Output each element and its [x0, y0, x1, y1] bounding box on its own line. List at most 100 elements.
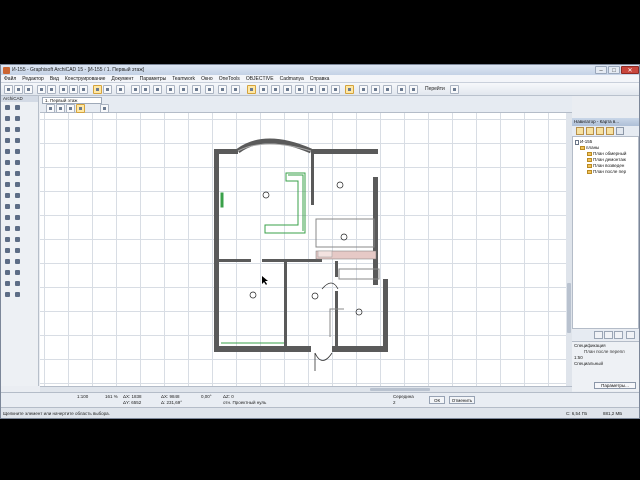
publish-icon[interactable]	[383, 85, 392, 94]
menu-view[interactable]: Вид	[47, 76, 62, 82]
minimize-button[interactable]: –	[595, 66, 607, 74]
undo-icon[interactable]	[37, 85, 46, 94]
delete-icon[interactable]	[614, 331, 623, 339]
menu-file[interactable]: Файл	[1, 76, 19, 82]
center-field[interactable]: Середина	[393, 394, 414, 399]
menu-edit[interactable]: Редактор	[19, 76, 47, 82]
zoom-field[interactable]: 161 %	[105, 394, 118, 399]
tree-item-after-plan[interactable]: План после пер	[575, 169, 636, 175]
mesh-tool-icon[interactable]	[4, 170, 11, 177]
goto-dropdown[interactable]: Перейти	[425, 86, 445, 92]
zone-tool-icon[interactable]	[14, 170, 21, 177]
navigator-toggle-icon[interactable]	[397, 85, 406, 94]
new-file-icon[interactable]	[4, 85, 13, 94]
worksheet-tool-icon[interactable]	[4, 269, 11, 276]
close-button[interactable]: ✕	[621, 66, 639, 74]
info-box-toggle-icon[interactable]	[409, 85, 418, 94]
menu-teamwork[interactable]: Teamwork	[169, 76, 198, 82]
curtain-wall-icon[interactable]	[4, 181, 11, 188]
pan-icon[interactable]	[307, 85, 316, 94]
arrow-select-icon[interactable]	[93, 85, 102, 94]
project-map-icon[interactable]	[576, 127, 584, 135]
menu-design[interactable]: Конструирование	[62, 76, 109, 82]
publisher-sets-icon[interactable]	[606, 127, 614, 135]
distribute-icon[interactable]	[205, 85, 214, 94]
new-folder-icon[interactable]	[604, 331, 613, 339]
previous-zoom-icon[interactable]	[295, 85, 304, 94]
figure-tool-icon[interactable]	[4, 247, 11, 254]
render-icon[interactable]	[359, 85, 368, 94]
save-icon[interactable]	[24, 85, 33, 94]
hotspot-tool-icon[interactable]	[14, 236, 21, 243]
beam-tool-icon[interactable]	[14, 137, 21, 144]
menu-options[interactable]: Параметры	[137, 76, 170, 82]
redo-icon[interactable]	[47, 85, 56, 94]
menu-cadmanya[interactable]: Cadmanya	[277, 76, 307, 82]
count-field[interactable]: 2	[393, 400, 396, 405]
parameters-button[interactable]: Параметры...	[594, 382, 636, 389]
section-tool-icon[interactable]	[14, 247, 21, 254]
fit-icon[interactable]	[66, 104, 75, 113]
pointer-icon[interactable]	[46, 104, 55, 113]
ok-button[interactable]: ОК	[429, 396, 445, 404]
elevation-tool-icon[interactable]	[4, 258, 11, 265]
marquee-icon[interactable]	[103, 85, 112, 94]
settings-icon[interactable]	[626, 331, 635, 339]
section-icon[interactable]	[331, 85, 340, 94]
camera-tool-icon[interactable]	[14, 269, 21, 276]
railing-tool-icon[interactable]	[4, 291, 11, 298]
polyline-tool-icon[interactable]	[14, 225, 21, 232]
magic-wand-icon[interactable]	[59, 85, 68, 94]
spline-tool-icon[interactable]	[4, 236, 11, 243]
organizer-icon[interactable]	[616, 127, 624, 135]
suspend-groups-icon[interactable]	[247, 85, 256, 94]
detail-tool-icon[interactable]	[14, 258, 21, 265]
guide-lines-icon[interactable]	[131, 85, 140, 94]
grid-tool-icon[interactable]	[14, 291, 21, 298]
ungroup-icon[interactable]	[231, 85, 240, 94]
dimension-tool-icon[interactable]	[4, 192, 11, 199]
wall-tool-icon[interactable]	[4, 115, 11, 122]
cursor-icon[interactable]	[100, 104, 109, 113]
open-file-icon[interactable]	[14, 85, 23, 94]
view-map-icon[interactable]	[586, 127, 594, 135]
pen-set-icon[interactable]	[79, 85, 88, 94]
label-tool-icon[interactable]	[14, 203, 21, 210]
door-tool-icon[interactable]	[14, 115, 21, 122]
menu-objective[interactable]: OBJECTIVE	[243, 76, 277, 82]
scale-field[interactable]: 1:100	[77, 394, 88, 399]
lamp-tool-icon[interactable]	[4, 280, 11, 287]
object-tool-icon[interactable]	[14, 126, 21, 133]
line-tool-icon[interactable]	[14, 214, 21, 221]
fit-window-icon[interactable]	[283, 85, 292, 94]
maximize-button[interactable]: □	[608, 66, 620, 74]
tab-first-floor[interactable]: 1. Первый этаж	[42, 97, 102, 104]
menu-help[interactable]: Справка	[307, 76, 333, 82]
vertical-scroll-thumb[interactable]	[567, 283, 571, 333]
angle-field[interactable]: 0,00°	[201, 394, 212, 399]
fill-tool-icon[interactable]	[4, 214, 11, 221]
rotate-icon[interactable]	[166, 85, 175, 94]
layout-icon[interactable]	[371, 85, 380, 94]
align-icon[interactable]	[192, 85, 201, 94]
text-tool-icon[interactable]	[4, 203, 11, 210]
morph-tool-icon[interactable]	[14, 181, 21, 188]
snap-points-icon[interactable]	[141, 85, 150, 94]
skylight-tool-icon[interactable]	[14, 280, 21, 287]
zoom-out-icon[interactable]	[271, 85, 280, 94]
menu-window[interactable]: Окно	[198, 76, 216, 82]
new-view-icon[interactable]	[594, 331, 603, 339]
horizontal-scroll-thumb[interactable]	[370, 388, 430, 391]
group-icon[interactable]	[218, 85, 227, 94]
zoom-icon[interactable]	[56, 104, 65, 113]
3d-view-icon[interactable]	[319, 85, 328, 94]
cancel-button[interactable]: Отменить	[449, 396, 475, 404]
floor-plan-canvas[interactable]	[40, 113, 572, 386]
mirror-icon[interactable]	[179, 85, 188, 94]
marquee-tool-icon[interactable]	[14, 104, 21, 111]
arc-tool-icon[interactable]	[4, 225, 11, 232]
roof-tool-icon[interactable]	[14, 148, 21, 155]
chevron-down-icon[interactable]	[450, 85, 459, 94]
layout-book-icon[interactable]	[596, 127, 604, 135]
select-icon[interactable]	[76, 104, 85, 113]
